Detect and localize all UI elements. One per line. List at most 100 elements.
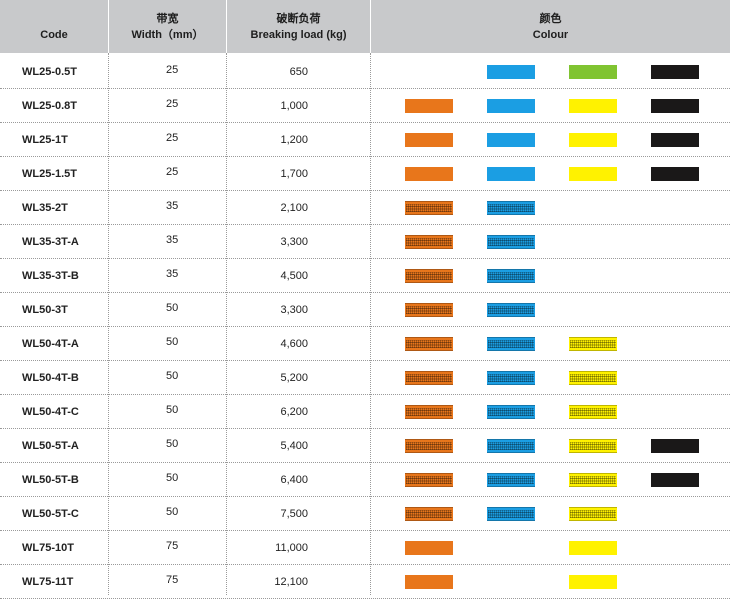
code-cell: WL25-1.5T [22, 168, 78, 180]
colour-swatch-orange [405, 303, 453, 317]
width-cell: 25 [166, 98, 179, 110]
column-divider [226, 53, 227, 595]
table-row: WL35-3T-A 35 3,300 [0, 225, 730, 259]
code-cell: WL35-2T [22, 202, 68, 214]
code-cell: WL50-5T-B [22, 474, 79, 486]
code-cell: WL25-0.5T [22, 66, 78, 78]
colour-swatch-blue [487, 201, 535, 215]
code-cell: WL35-3T-A [22, 236, 79, 248]
table-row: WL25-1T 25 1,200 [0, 123, 730, 157]
colour-swatch-blue [487, 405, 535, 419]
colour-swatch-green [569, 65, 617, 79]
colour-swatch-blue [487, 99, 535, 113]
code-cell: WL50-3T [22, 304, 68, 316]
table-row: WL50-4T-A 50 4,600 [0, 327, 730, 361]
breaking-load-cell: 5,200 [280, 372, 308, 384]
header-colour-cn: 颜色 [539, 12, 562, 25]
width-cell: 35 [166, 234, 179, 246]
column-divider [108, 53, 109, 595]
colour-swatch-blue [487, 303, 535, 317]
colour-swatch-yellow [569, 337, 617, 351]
breaking-load-cell: 4,500 [280, 270, 308, 282]
colour-swatch-yellow [569, 575, 617, 589]
breaking-load-cell: 7,500 [280, 508, 308, 520]
colour-swatch-yellow [569, 167, 617, 181]
colour-swatch-orange [405, 167, 453, 181]
width-cell: 50 [166, 336, 179, 348]
width-cell: 50 [166, 370, 179, 382]
breaking-load-cell: 650 [289, 66, 308, 78]
colour-swatch-orange [405, 269, 453, 283]
header-colour-en: Colour [532, 28, 569, 41]
width-cell: 50 [166, 506, 179, 518]
breaking-load-cell: 3,300 [280, 236, 308, 248]
colour-swatch-orange [405, 99, 453, 113]
header-load: 破断负荷 Breaking load (kg) [227, 0, 370, 53]
colour-swatch-orange [405, 575, 453, 589]
breaking-load-cell: 2,100 [280, 202, 308, 214]
breaking-load-cell: 5,400 [280, 440, 308, 452]
code-cell: WL50-4T-C [22, 406, 79, 418]
breaking-load-cell: 12,100 [274, 576, 308, 588]
breaking-load-cell: 6,200 [280, 406, 308, 418]
breaking-load-cell: 6,400 [280, 474, 308, 486]
width-cell: 50 [166, 404, 179, 416]
table-row: WL75-10T 75 11,000 [0, 531, 730, 565]
width-cell: 50 [166, 472, 179, 484]
width-cell: 25 [166, 166, 179, 178]
colour-swatch-orange [405, 133, 453, 147]
colour-swatch-blue [487, 133, 535, 147]
width-cell: 50 [166, 302, 179, 314]
code-cell: WL50-4T-A [22, 338, 79, 350]
breaking-load-cell: 1,200 [280, 134, 308, 146]
colour-swatch-orange [405, 337, 453, 351]
code-cell: WL35-3T-B [22, 270, 79, 282]
colour-swatch-orange [405, 473, 453, 487]
colour-swatch-black [651, 99, 699, 113]
header-load-cn: 破断负荷 [276, 12, 321, 25]
width-cell: 50 [166, 438, 179, 450]
code-cell: WL50-5T-C [22, 508, 79, 520]
colour-swatch-yellow [569, 133, 617, 147]
colour-swatch-black [651, 167, 699, 181]
table-row: WL35-3T-B 35 4,500 [0, 259, 730, 293]
header-code-label: Code [40, 28, 68, 41]
colour-swatch-blue [487, 167, 535, 181]
header-width-en: Width（mm） [131, 28, 204, 41]
width-cell: 35 [166, 268, 179, 280]
table-row: WL50-4T-C 50 6,200 [0, 395, 730, 429]
colour-swatch-orange [405, 235, 453, 249]
colour-swatch-yellow [569, 473, 617, 487]
colour-swatch-orange [405, 201, 453, 215]
header-load-en: Breaking load (kg) [250, 28, 347, 41]
header-width-cn: 带宽 [156, 12, 179, 25]
breaking-load-cell: 11,000 [275, 542, 308, 554]
colour-swatch-blue [487, 337, 535, 351]
code-cell: WL25-1T [22, 134, 68, 146]
breaking-load-cell: 3,300 [280, 304, 308, 316]
colour-swatch-yellow [569, 99, 617, 113]
table-row: WL25-0.8T 25 1,000 [0, 89, 730, 123]
colour-swatch-orange [405, 371, 453, 385]
column-divider [370, 53, 371, 595]
width-cell: 35 [166, 200, 179, 212]
width-cell: 25 [166, 64, 179, 76]
header-width: 带宽 Width（mm） [109, 0, 226, 53]
colour-swatch-blue [487, 269, 535, 283]
table-row: WL75-11T 75 12,100 [0, 565, 730, 599]
colour-swatch-blue [487, 235, 535, 249]
colour-swatch-blue [487, 371, 535, 385]
colour-swatch-orange [405, 507, 453, 521]
code-cell: WL50-4T-B [22, 372, 79, 384]
colour-swatch-yellow [569, 541, 617, 555]
code-cell: WL25-0.8T [22, 100, 78, 112]
table-row: WL50-5T-B 50 6,400 [0, 463, 730, 497]
header-colour: 颜色 Colour [371, 0, 730, 53]
code-cell: WL75-10T [22, 542, 74, 554]
table-row: WL50-5T-C 50 7,500 [0, 497, 730, 531]
breaking-load-cell: 4,600 [280, 338, 308, 350]
width-cell: 25 [166, 132, 179, 144]
colour-swatch-yellow [569, 371, 617, 385]
breaking-load-cell: 1,000 [280, 100, 308, 112]
colour-swatch-black [651, 65, 699, 79]
